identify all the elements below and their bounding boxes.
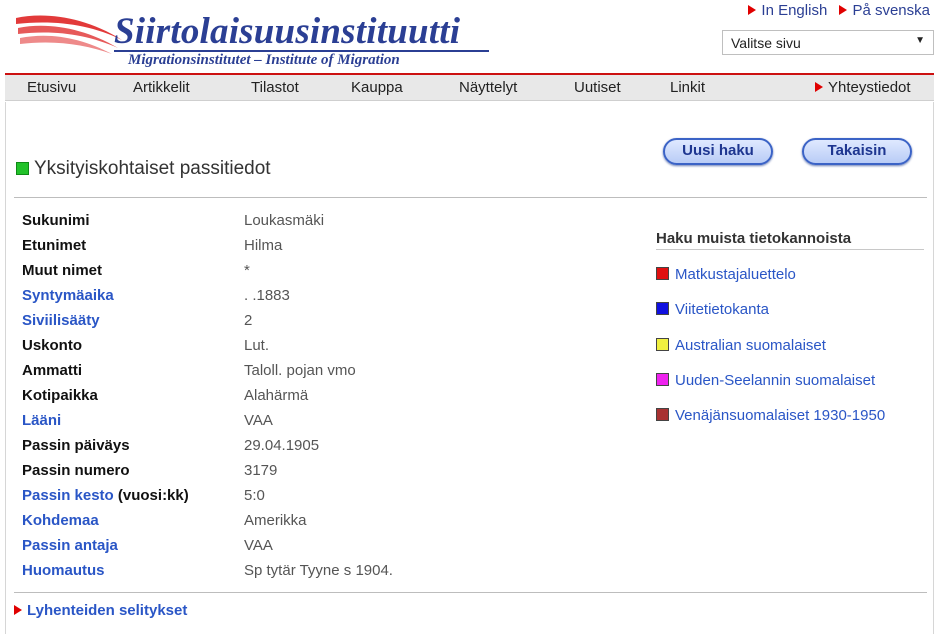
page-title: Yksityiskohtaiset passitiedot (16, 158, 271, 180)
back-button[interactable]: Takaisin (802, 138, 912, 165)
blue-square-icon (656, 302, 669, 315)
lang-english-link[interactable]: In English (748, 2, 827, 19)
site-title: Siirtolaisuusinstituutti (114, 11, 461, 52)
nav-item-linkit[interactable]: Linkit (670, 79, 705, 96)
db-link-viitetietokanta[interactable]: Viitetietokanta (656, 301, 769, 318)
language-links: In English På svenska (740, 2, 930, 19)
magenta-square-icon (656, 373, 669, 386)
nav-item-yhteystiedot[interactable]: Yhteystiedot (815, 79, 911, 96)
nav-item-etusivu[interactable]: Etusivu (27, 79, 76, 96)
nav-item-nayttelyt[interactable]: Näyttelyt (459, 79, 517, 96)
siviilisaaty-link[interactable]: Siviilisääty (22, 312, 100, 329)
arrow-right-icon (14, 605, 22, 615)
yellow-square-icon (656, 338, 669, 351)
page-select-dropdown[interactable]: Valitse sivu ▼ (722, 30, 934, 55)
dropdown-arrow-icon: ▼ (915, 35, 925, 46)
db-link-uuden-seelannin-suomalaiset[interactable]: Uuden-Seelannin suomalaiset (656, 372, 875, 389)
laani-link[interactable]: Lääni (22, 412, 61, 429)
abbreviations-link[interactable]: Lyhenteiden selitykset (14, 602, 187, 619)
arrow-right-icon (748, 5, 757, 15)
nav-item-tilastot[interactable]: Tilastot (251, 79, 299, 96)
divider-top (14, 197, 927, 198)
site-logo[interactable]: Siirtolaisuusinstituutti Migrationsinsti… (14, 6, 489, 70)
kohdemaa-link[interactable]: Kohdemaa (22, 512, 99, 529)
site-subtitle: Migrationsinstitutet – Institute of Migr… (128, 52, 400, 68)
swoosh-logo-icon (16, 15, 122, 54)
divider-bottom (14, 592, 927, 593)
db-link-venajansuomalaiset[interactable]: Venäjänsuomalaiset 1930-1950 (656, 407, 885, 424)
passin-antaja-link[interactable]: Passin antaja (22, 537, 118, 554)
passin-kesto-link[interactable]: Passin kesto (22, 487, 114, 504)
other-databases-panel: Haku muista tietokannoista Matkustajalue… (656, 230, 924, 424)
main-nav: Etusivu Artikkelit Tilastot Kauppa Näytt… (5, 73, 934, 101)
other-databases-title: Haku muista tietokannoista (656, 230, 924, 250)
nav-item-kauppa[interactable]: Kauppa (351, 79, 403, 96)
content-frame (5, 102, 934, 634)
red-square-icon (656, 267, 669, 280)
new-search-button[interactable]: Uusi haku (663, 138, 773, 165)
nav-item-uutiset[interactable]: Uutiset (574, 79, 621, 96)
darkred-square-icon (656, 408, 669, 421)
arrow-right-icon (839, 5, 848, 15)
syntymaaika-link[interactable]: Syntymäaika (22, 287, 114, 304)
db-link-australian-suomalaiset[interactable]: Australian suomalaiset (656, 337, 826, 354)
lang-swedish-link[interactable]: På svenska (839, 2, 930, 19)
db-link-matkustajaluettelo[interactable]: Matkustajaluettelo (656, 266, 796, 283)
nav-item-artikkelit[interactable]: Artikkelit (133, 79, 190, 96)
arrow-right-icon (815, 82, 823, 92)
green-square-icon (16, 162, 29, 175)
huomautus-link[interactable]: Huomautus (22, 562, 105, 579)
